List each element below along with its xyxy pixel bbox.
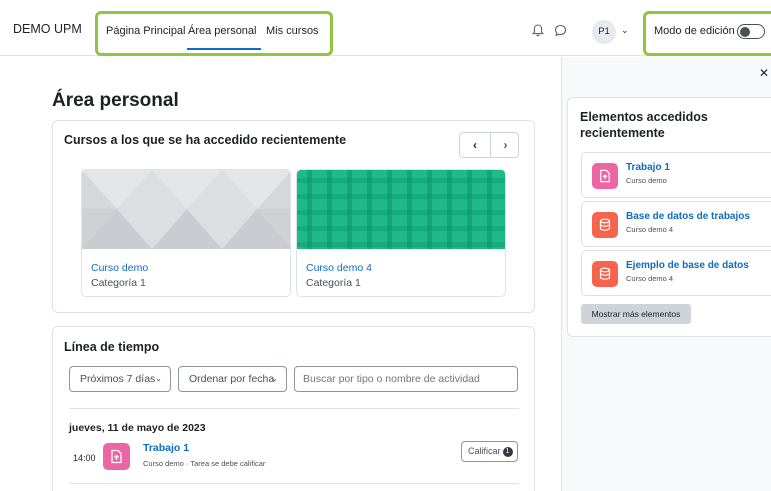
course-name-link[interactable]: Curso demo 4 xyxy=(306,262,372,274)
recent-item-name-link[interactable]: Base de datos de trabajos xyxy=(626,211,750,222)
recent-item-course: Curso demo xyxy=(626,176,667,185)
recent-item[interactable]: Base de datos de trabajos Curso demo 4 xyxy=(581,201,771,247)
page-title: Área personal xyxy=(52,90,179,111)
recent-item[interactable]: Ejemplo de base de datos Curso demo 4 xyxy=(581,250,771,296)
timeline-divider xyxy=(69,408,519,409)
assignment-icon xyxy=(103,443,130,470)
event-time: 14:00 xyxy=(73,453,96,463)
recent-item-course: Curso demo 4 xyxy=(626,274,674,283)
day-filter-value: Próximos 7 días xyxy=(80,373,156,385)
timeline-divider xyxy=(69,483,519,484)
event-title-link[interactable]: Trabajo 1 xyxy=(143,442,189,454)
nav-item-dashboard[interactable]: Área personal xyxy=(188,25,257,37)
grade-count-badge: 1 xyxy=(502,447,513,457)
timeline-sort-select[interactable]: Ordenar por fecha ⌄ xyxy=(178,366,287,392)
nav-item-home[interactable]: Página Principal xyxy=(106,25,186,37)
course-image-grey-pattern[interactable] xyxy=(82,170,290,249)
recent-item-name-link[interactable]: Trabajo 1 xyxy=(626,162,670,173)
recent-item-name-link[interactable]: Ejemplo de base de datos xyxy=(626,260,749,271)
assignment-icon xyxy=(592,163,618,189)
course-category: Categoría 1 xyxy=(91,277,146,289)
timeline-title: Línea de tiempo xyxy=(64,340,160,354)
messages-chat-icon[interactable] xyxy=(553,24,567,38)
chevron-down-icon: ⌄ xyxy=(271,374,278,383)
edit-mode-label: Modo de edición xyxy=(654,25,735,37)
timeline-date-heading: jueves, 11 de mayo de 2023 xyxy=(69,422,206,434)
close-drawer-icon[interactable]: ✕ xyxy=(759,66,769,80)
toggle-knob xyxy=(740,26,750,37)
course-category: Categoría 1 xyxy=(306,277,361,289)
nav-item-my-courses[interactable]: Mis cursos xyxy=(266,25,319,37)
database-icon xyxy=(592,212,618,238)
timeline-day-filter-select[interactable]: Próximos 7 días ⌄ xyxy=(69,366,171,392)
recent-items-title: Elementos accedidos recientemente xyxy=(580,110,708,140)
grade-button[interactable]: Calificar 1 xyxy=(461,441,518,462)
recent-courses-title: Cursos a los que se ha accedido reciente… xyxy=(64,133,347,147)
carousel-nav: ‹ › xyxy=(459,132,519,158)
course-name-link[interactable]: Curso demo xyxy=(91,262,148,274)
grade-button-label: Calificar xyxy=(468,446,501,456)
nav-active-indicator xyxy=(187,48,261,50)
timeline-search-input[interactable] xyxy=(294,366,518,392)
carousel-prev-button[interactable]: ‹ xyxy=(460,133,490,157)
user-menu-chevron-icon[interactable]: ⌄ xyxy=(621,25,629,36)
course-card[interactable]: Curso demo Categoría 1 xyxy=(81,169,291,297)
notifications-bell-icon[interactable] xyxy=(531,24,545,38)
chevron-down-icon: ⌄ xyxy=(155,374,162,383)
sort-value: Ordenar por fecha xyxy=(189,373,275,385)
user-avatar[interactable]: P1 xyxy=(592,20,616,44)
course-image-green-pattern[interactable] xyxy=(297,170,505,249)
show-more-button[interactable]: Mostrar más elementos xyxy=(581,304,691,324)
event-subtitle: Curso demo · Tarea se debe calificar xyxy=(143,459,266,468)
recent-item[interactable]: Trabajo 1 Curso demo xyxy=(581,152,771,198)
course-card[interactable]: Curso demo 4 Categoría 1 xyxy=(296,169,506,297)
edit-mode-toggle[interactable] xyxy=(737,24,765,39)
site-brand[interactable]: DEMO UPM xyxy=(13,22,82,36)
database-icon xyxy=(592,261,618,287)
recent-item-course: Curso demo 4 xyxy=(626,225,674,234)
carousel-next-button[interactable]: › xyxy=(490,133,520,157)
